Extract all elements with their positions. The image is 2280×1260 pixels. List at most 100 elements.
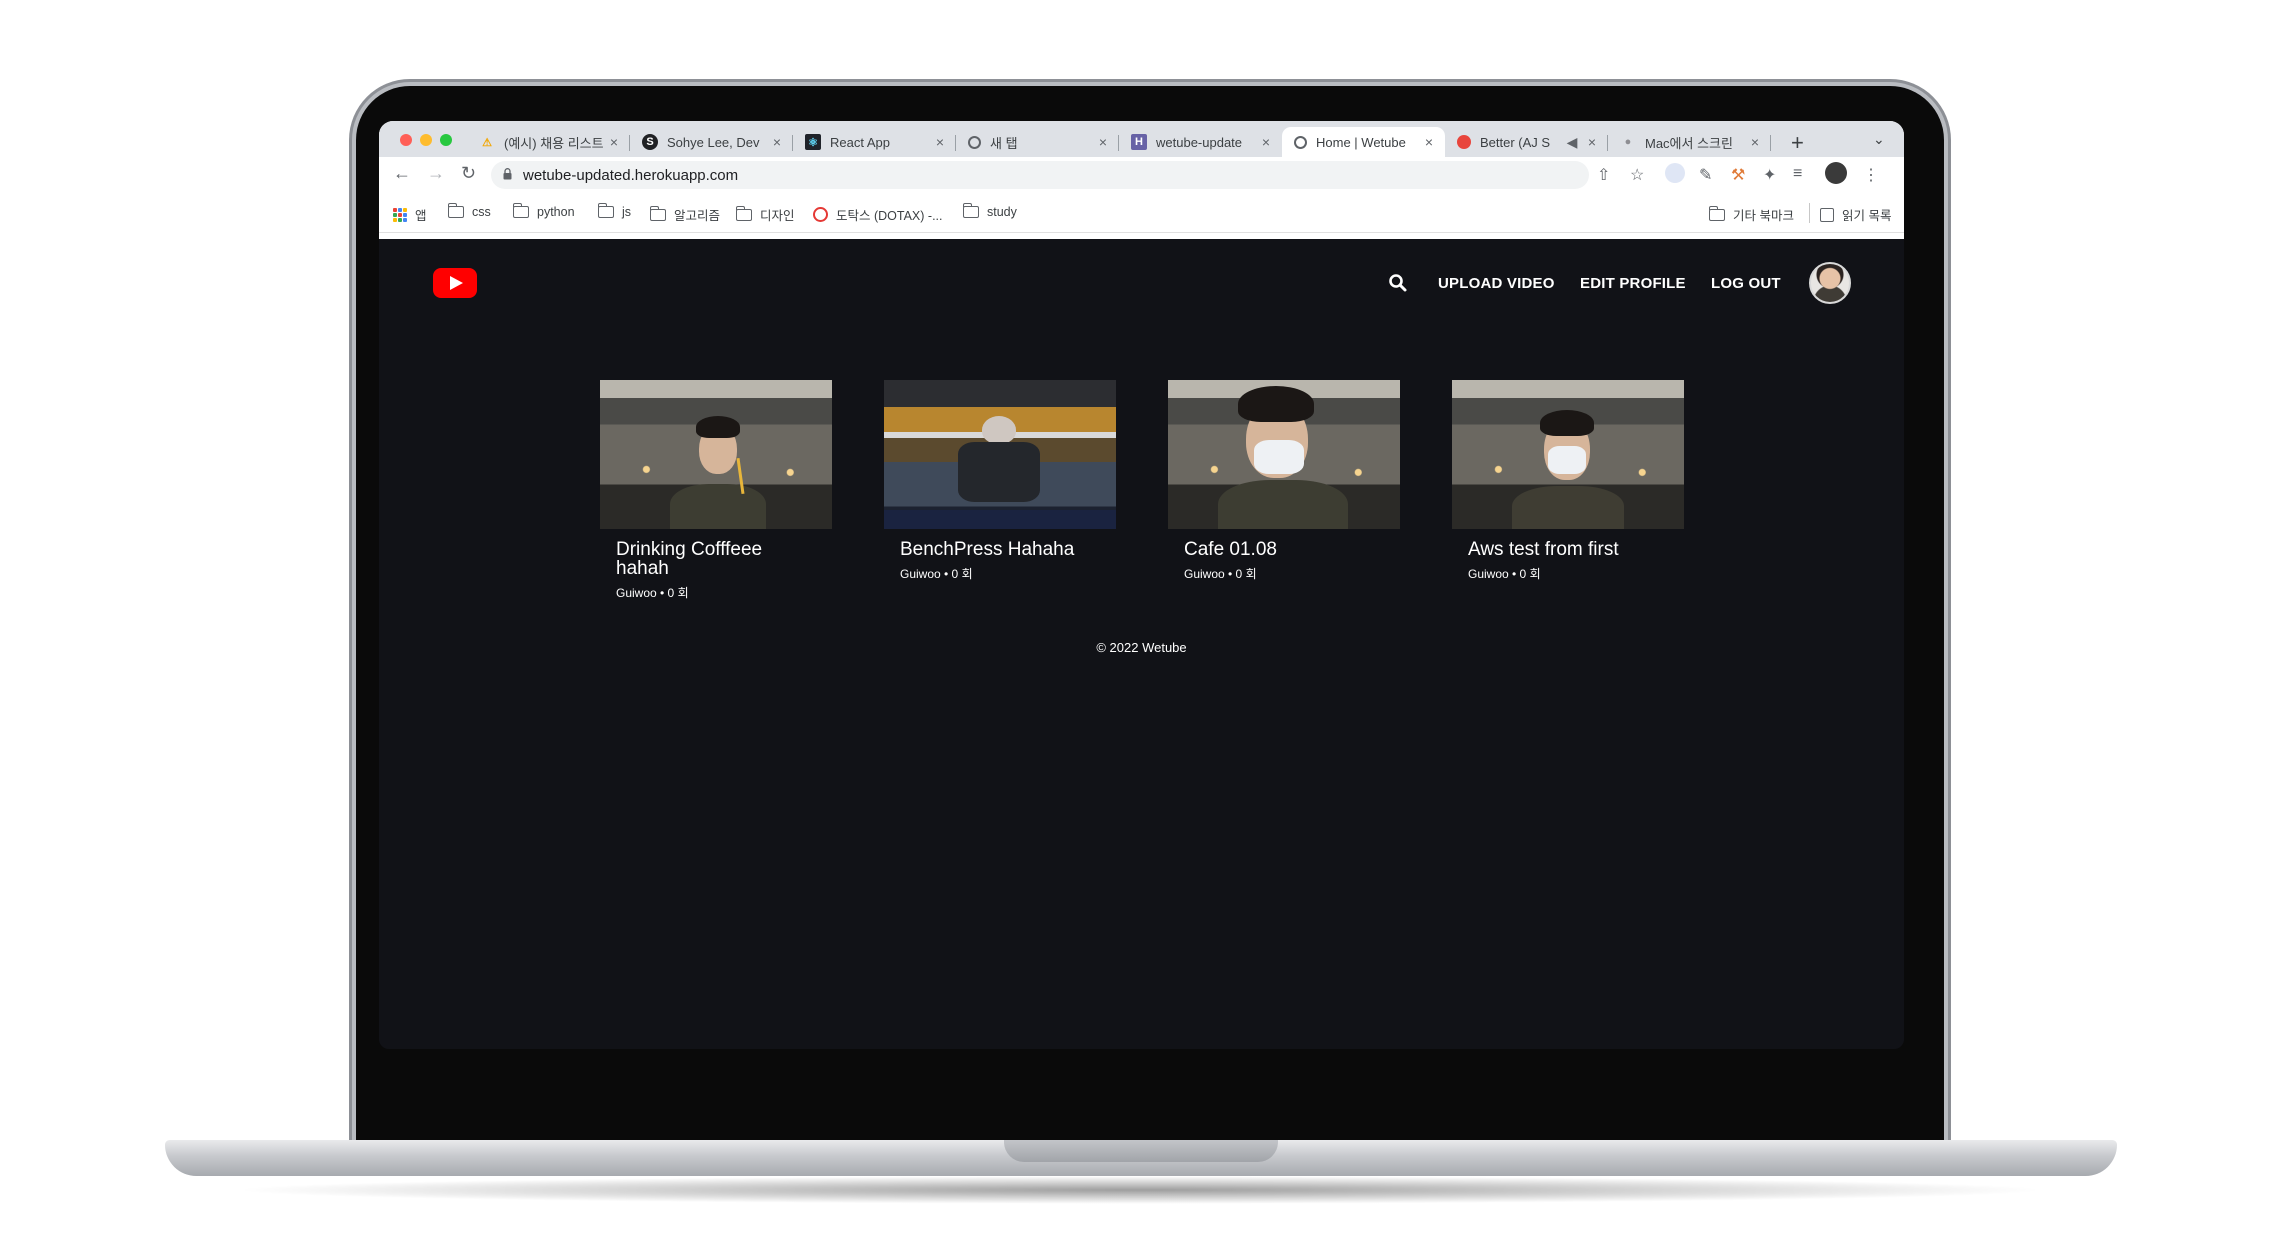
- close-icon[interactable]: ×: [1258, 134, 1274, 150]
- video-card[interactable]: Aws test from first Guiwoo • 0 회: [1452, 380, 1684, 582]
- tab-home-wetube[interactable]: Home | Wetube ×: [1282, 127, 1445, 157]
- video-thumbnail[interactable]: [884, 380, 1116, 529]
- extension-1password-icon[interactable]: [1665, 163, 1685, 183]
- bookmark-folder-study[interactable]: study: [962, 203, 1017, 219]
- thumbnail-controls: [884, 510, 1116, 529]
- thumbnail-figure: [1238, 386, 1314, 422]
- thumbnail-figure: [670, 484, 766, 529]
- s-logo-icon: S: [642, 134, 658, 150]
- laptop-notch: [1004, 1140, 1278, 1162]
- video-card[interactable]: BenchPress Hahaha Guiwoo • 0 회: [884, 380, 1116, 582]
- close-icon[interactable]: ×: [1421, 134, 1437, 150]
- close-icon[interactable]: ×: [769, 134, 785, 150]
- video-title[interactable]: BenchPress Hahaha: [900, 540, 1100, 559]
- tab-strip: ⚠ (예시) 채용 리스트 × S Sohye Lee, Dev × ⚛ Rea…: [379, 121, 1904, 157]
- close-icon[interactable]: ×: [1747, 134, 1763, 150]
- browser-toolbar: ← → ↻ wetube-updated.herokuapp.com ⇧ ☆ ✎…: [379, 157, 1904, 193]
- tab-mac-screenshot[interactable]: ● Mac에서 스크린 ×: [1608, 127, 1771, 157]
- heroku-icon: H: [1131, 134, 1147, 150]
- video-thumbnail[interactable]: [1452, 380, 1684, 529]
- folder-icon: [447, 203, 464, 218]
- bookmark-folder-other[interactable]: 기타 북마크: [1708, 205, 1794, 224]
- close-icon[interactable]: ×: [606, 134, 622, 150]
- thumbnail-figure: [696, 416, 740, 438]
- apple-icon: ●: [1624, 136, 1632, 148]
- record-icon: [1457, 135, 1471, 149]
- bookmark-folder-css[interactable]: css: [447, 203, 491, 219]
- reading-list-button[interactable]: 읽기 목록: [1820, 205, 1891, 224]
- minimize-window-button[interactable]: [420, 134, 432, 146]
- folder-icon: [649, 205, 666, 221]
- thumbnail-figure: [958, 442, 1040, 502]
- extensions-puzzle-icon[interactable]: ✦: [1763, 165, 1776, 185]
- browser-chrome: ⚠ (예시) 채용 리스트 × S Sohye Lee, Dev × ⚛ Rea…: [379, 121, 1904, 239]
- wetube-logo-icon[interactable]: [433, 268, 477, 298]
- address-bar[interactable]: wetube-updated.herokuapp.com: [491, 161, 1589, 189]
- search-icon[interactable]: [1388, 273, 1408, 293]
- tab-wetube-heroku[interactable]: H wetube-update ×: [1119, 127, 1282, 157]
- extension-eyedropper-icon[interactable]: ✎: [1699, 165, 1712, 185]
- close-icon[interactable]: ×: [932, 134, 948, 150]
- thumbnail-mask: [1548, 446, 1586, 474]
- media-control-icon[interactable]: ≡: [1793, 165, 1802, 183]
- page-footer: © 2022 Wetube: [1096, 640, 1187, 655]
- user-avatar[interactable]: [1809, 262, 1851, 304]
- chrome-icon: [968, 135, 981, 149]
- thumbnail-figure: [982, 416, 1016, 444]
- edit-profile-link[interactable]: EDIT PROFILE: [1580, 275, 1686, 292]
- back-arrow-icon[interactable]: ←: [393, 163, 411, 184]
- apps-grid-icon: [393, 207, 407, 222]
- video-card[interactable]: Cafe 01.08 Guiwoo • 0 회: [1168, 380, 1400, 582]
- tab-recruit-list[interactable]: ⚠ (예시) 채용 리스트 ×: [467, 127, 630, 157]
- thumbnail-figure: [1540, 410, 1594, 436]
- url-text[interactable]: wetube-updated.herokuapp.com: [523, 167, 738, 184]
- bookmark-dotax[interactable]: 도탁스 (DOTAX) -...: [813, 205, 943, 224]
- bookmark-folder-algorithm[interactable]: 알고리즘: [649, 205, 720, 224]
- tab-sohye-lee[interactable]: S Sohye Lee, Dev ×: [630, 127, 793, 157]
- video-thumbnail[interactable]: [1168, 380, 1400, 529]
- profile-avatar-icon[interactable]: [1825, 162, 1847, 184]
- thumbnail-figure: [1218, 480, 1348, 529]
- folder-icon: [1708, 205, 1725, 221]
- bookmark-apps[interactable]: 앱: [393, 205, 427, 224]
- new-tab-button[interactable]: +: [1791, 130, 1804, 156]
- video-meta: Guiwoo • 0 회: [616, 586, 689, 600]
- lock-icon[interactable]: [503, 168, 512, 180]
- forward-arrow-icon[interactable]: →: [427, 163, 445, 184]
- tab-search-chevron-icon[interactable]: ⌄: [1873, 131, 1885, 148]
- speaker-icon[interactable]: ◀: [1564, 134, 1580, 151]
- video-card[interactable]: Drinking Cofffeee hahah Guiwoo • 0 회: [600, 380, 832, 601]
- bookmark-folder-python[interactable]: python: [512, 203, 575, 219]
- maximize-window-button[interactable]: [440, 134, 452, 146]
- close-icon[interactable]: ×: [1095, 134, 1111, 150]
- bookmark-star-icon[interactable]: ☆: [1630, 165, 1644, 185]
- share-icon[interactable]: ⇧: [1597, 165, 1610, 185]
- tab-new-tab[interactable]: 새 탭 ×: [956, 127, 1119, 157]
- globe-icon: [1294, 135, 1307, 149]
- close-icon[interactable]: ×: [1584, 134, 1600, 150]
- video-thumbnail[interactable]: [600, 380, 832, 529]
- folder-icon: [962, 203, 979, 218]
- thumbnail-mask: [1254, 440, 1304, 474]
- tab-react-app[interactable]: ⚛ React App ×: [793, 127, 956, 157]
- video-title[interactable]: Cafe 01.08: [1184, 540, 1384, 559]
- wetube-page: UPLOAD VIDEO EDIT PROFILE LOG OUT Drinki…: [379, 239, 1904, 1049]
- video-title[interactable]: Aws test from first: [1468, 540, 1668, 559]
- reload-icon[interactable]: ↻: [461, 163, 476, 184]
- dotax-icon: [813, 207, 828, 222]
- upload-video-link[interactable]: UPLOAD VIDEO: [1438, 275, 1555, 292]
- video-title[interactable]: Drinking Cofffeee hahah: [616, 540, 816, 578]
- thumbnail-figure: [1512, 486, 1624, 529]
- bookmark-divider: [1809, 203, 1810, 223]
- folder-icon: [512, 203, 529, 218]
- log-out-link[interactable]: LOG OUT: [1711, 275, 1781, 292]
- more-menu-icon[interactable]: ⋮: [1863, 165, 1879, 185]
- bookmark-folder-js[interactable]: js: [597, 203, 631, 219]
- bookmark-folder-design[interactable]: 디자인: [735, 205, 795, 224]
- tab-better[interactable]: Better (AJ S ◀ ×: [1445, 127, 1608, 157]
- video-meta: Guiwoo • 0 회: [1468, 567, 1541, 581]
- extension-hammer-icon[interactable]: ⚒: [1731, 165, 1745, 185]
- folder-icon: [735, 205, 752, 221]
- tab-divider: [1770, 135, 1771, 151]
- close-window-button[interactable]: [400, 134, 412, 146]
